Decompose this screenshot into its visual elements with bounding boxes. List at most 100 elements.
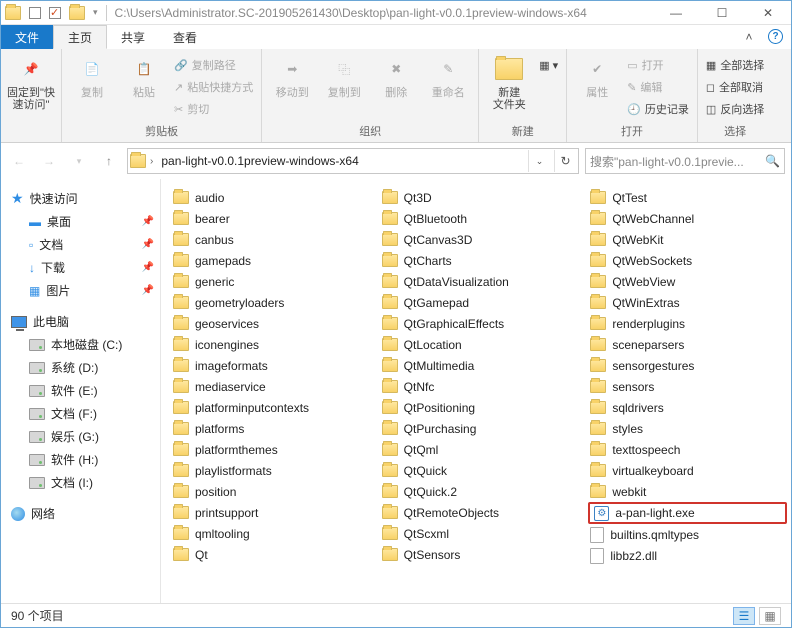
folder-item[interactable]: virtualkeyboard [588, 460, 787, 481]
nav-drive[interactable]: 娱乐 (G:) [9, 425, 156, 448]
recent-dropdown[interactable]: ▾ [67, 149, 91, 173]
folder-item[interactable]: QtMultimedia [380, 355, 579, 376]
history-button[interactable]: 🕘历史记录 [625, 99, 691, 119]
folder-item[interactable]: QtWinExtras [588, 292, 787, 313]
paste-button[interactable]: 📋粘贴 [120, 53, 168, 99]
address-chevron-icon[interactable]: › [150, 156, 153, 167]
new-item-button[interactable]: ▦ ▾ [537, 55, 560, 75]
rename-button[interactable]: ✎重命名 [424, 53, 472, 99]
tab-home[interactable]: 主页 [53, 25, 107, 49]
up-button[interactable]: ↑ [97, 149, 121, 173]
moveto-button[interactable]: ➡移动到 [268, 53, 316, 99]
file-list[interactable]: audiobearercanbusgamepadsgenericgeometry… [161, 179, 791, 603]
minimize-button[interactable]: — [653, 1, 699, 25]
folder-item[interactable]: qmltooling [171, 523, 370, 544]
nav-drive[interactable]: 文档 (I:) [9, 471, 156, 494]
folder-item[interactable]: QtBluetooth [380, 208, 579, 229]
folder-item[interactable]: imageformats [171, 355, 370, 376]
invert-selection-button[interactable]: ◫反向选择 [704, 99, 766, 119]
help-icon[interactable]: ? [768, 29, 783, 44]
folder-item[interactable]: audio [171, 187, 370, 208]
forward-button[interactable]: → [37, 149, 61, 173]
refresh-button[interactable]: ↻ [554, 150, 576, 172]
nav-downloads[interactable]: ↓下载📌 [9, 256, 156, 279]
folder-item[interactable]: QtNfc [380, 376, 579, 397]
folder-item[interactable]: webkit [588, 481, 787, 502]
search-icon[interactable]: 🔍 [765, 154, 780, 168]
nav-drive[interactable]: 软件 (E:) [9, 379, 156, 402]
nav-pictures[interactable]: ▦图片📌 [9, 279, 156, 302]
folder-item[interactable]: QtGraphicalEffects [380, 313, 579, 334]
nav-drive[interactable]: 软件 (H:) [9, 448, 156, 471]
folder-item[interactable]: QtPositioning [380, 397, 579, 418]
folder-item[interactable]: sqldrivers [588, 397, 787, 418]
folder-item[interactable]: playlistformats [171, 460, 370, 481]
nav-quick-access[interactable]: ★快速访问 [9, 187, 156, 210]
folder-item[interactable]: geometryloaders [171, 292, 370, 313]
file-item[interactable]: ⚙a-pan-light.exe [588, 502, 787, 524]
folder-item[interactable]: generic [171, 271, 370, 292]
folder-item[interactable]: position [171, 481, 370, 502]
folder-item[interactable]: renderplugins [588, 313, 787, 334]
folder-item[interactable]: QtScxml [380, 523, 579, 544]
folder-item[interactable]: printsupport [171, 502, 370, 523]
folder-item[interactable]: QtQuick [380, 460, 579, 481]
folder-item[interactable]: bearer [171, 208, 370, 229]
ribbon-collapse-icon[interactable]: ˄ [738, 25, 760, 49]
select-none-button[interactable]: ◻全部取消 [704, 77, 766, 97]
close-button[interactable]: ✕ [745, 1, 791, 25]
back-button[interactable]: ← [7, 149, 31, 173]
folder-item[interactable]: QtWebChannel [588, 208, 787, 229]
folder-item[interactable]: QtDataVisualization [380, 271, 579, 292]
tab-share[interactable]: 共享 [107, 25, 159, 49]
folder-item[interactable]: QtCanvas3D [380, 229, 579, 250]
folder-item[interactable]: geoservices [171, 313, 370, 334]
file-item[interactable]: libbz2.dll [588, 545, 787, 566]
nav-drive[interactable]: 文档 (F:) [9, 402, 156, 425]
folder-item[interactable]: sensors [588, 376, 787, 397]
folder-item[interactable]: mediaservice [171, 376, 370, 397]
folder-item[interactable]: QtTest [588, 187, 787, 208]
cut-button[interactable]: ✂剪切 [172, 99, 255, 119]
nav-drive[interactable]: 本地磁盘 (C:) [9, 333, 156, 356]
folder-item[interactable]: Qt3D [380, 187, 579, 208]
folder-item[interactable]: canbus [171, 229, 370, 250]
view-icons-button[interactable]: ▦ [759, 607, 781, 625]
folder-item[interactable]: QtWebKit [588, 229, 787, 250]
folder-item[interactable]: QtQuick.2 [380, 481, 579, 502]
tab-file[interactable]: 文件 [1, 25, 53, 49]
folder-item[interactable]: QtRemoteObjects [380, 502, 579, 523]
address-dropdown-button[interactable]: ⌄ [528, 150, 550, 172]
folder-item[interactable]: iconengines [171, 334, 370, 355]
window-icon[interactable] [5, 6, 21, 20]
new-folder-button[interactable]: 新建 文件夹 [485, 53, 533, 111]
folder-item[interactable]: QtQml [380, 439, 579, 460]
file-item[interactable]: builtins.qmltypes [588, 524, 787, 545]
folder-item[interactable]: sensorgestures [588, 355, 787, 376]
copy-path-button[interactable]: 🔗复制路径 [172, 55, 255, 75]
nav-desktop[interactable]: ▬桌面📌 [9, 210, 156, 233]
edit-button[interactable]: ✎编辑 [625, 77, 691, 97]
nav-this-pc[interactable]: 此电脑 [9, 310, 156, 333]
qat-checkbox-2[interactable] [49, 7, 61, 19]
folder-item[interactable]: QtWebView [588, 271, 787, 292]
folder-item[interactable]: Qt [171, 544, 370, 565]
qat-dropdown-caret[interactable]: ▾ [93, 7, 98, 18]
maximize-button[interactable]: ☐ [699, 1, 745, 25]
properties-button[interactable]: ✔属性 [573, 53, 621, 99]
folder-item[interactable]: styles [588, 418, 787, 439]
folder-item[interactable]: QtGamepad [380, 292, 579, 313]
qat-folder-icon[interactable] [69, 6, 85, 20]
folder-item[interactable]: gamepads [171, 250, 370, 271]
nav-documents[interactable]: ▫文档📌 [9, 233, 156, 256]
breadcrumb-item[interactable]: pan-light-v0.0.1preview-windows-x64 [157, 154, 362, 168]
qat-checkbox-1[interactable] [29, 7, 41, 19]
folder-item[interactable]: platforms [171, 418, 370, 439]
select-all-button[interactable]: ▦全部选择 [704, 55, 766, 75]
search-input[interactable]: 搜索"pan-light-v0.0.1previe... 🔍 [585, 148, 785, 174]
folder-item[interactable]: texttospeech [588, 439, 787, 460]
folder-item[interactable]: sceneparsers [588, 334, 787, 355]
navigation-pane[interactable]: ★快速访问 ▬桌面📌 ▫文档📌 ↓下载📌 ▦图片📌 此电脑 本地磁盘 (C:)系… [1, 179, 161, 603]
address-bar[interactable]: › pan-light-v0.0.1preview-windows-x64 ⌄ … [127, 148, 579, 174]
pin-to-quick-access-button[interactable]: 📌 固定到"快 速访问" [7, 53, 55, 111]
